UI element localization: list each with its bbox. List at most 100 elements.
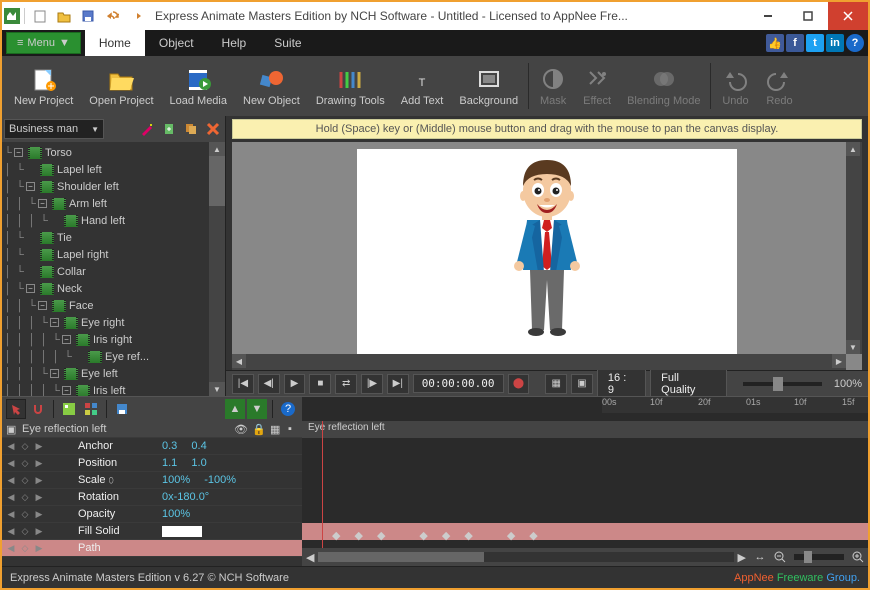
tree-item[interactable]: │││└Hand left — [2, 212, 225, 229]
record-button[interactable]: ⬤ — [508, 374, 530, 394]
play-button[interactable]: ▶ — [284, 374, 306, 394]
prop-row-opacity[interactable]: ◀◇▶Opacity100% — [2, 506, 302, 523]
linkedin-icon[interactable]: in — [826, 34, 844, 52]
ribbon-new-object[interactable]: New Object — [235, 58, 308, 114]
help-icon[interactable]: ? — [846, 34, 864, 52]
prop-row-anchor[interactable]: ◀◇▶Anchor0.3 0.4 — [2, 438, 302, 455]
add-page-icon[interactable] — [159, 119, 179, 139]
object-dropdown[interactable]: Business man▼ — [4, 119, 104, 139]
tl-scroll-left[interactable]: ◀ — [302, 551, 318, 564]
tl-tool-3[interactable] — [59, 399, 79, 419]
save-icon[interactable] — [112, 399, 132, 419]
tree-toggle[interactable]: − — [26, 182, 35, 191]
menu-help[interactable]: Help — [208, 30, 261, 56]
tree-item[interactable]: ││└−Face — [2, 297, 225, 314]
canvas-scrollbar-v[interactable]: ▲▼ — [846, 142, 862, 354]
object-tree[interactable]: └−Torso│└Lapel left│└−Shoulder left││└−A… — [2, 142, 225, 396]
prop-row-rotation[interactable]: ◀◇▶Rotation0x-180.0° — [2, 489, 302, 506]
tree-toggle[interactable]: − — [50, 369, 59, 378]
tree-item[interactable]: │└Tie — [2, 229, 225, 246]
canvas[interactable] — [357, 149, 737, 364]
qat-redo-icon[interactable] — [125, 6, 147, 26]
prop-row-position[interactable]: ◀◇▶Position1.1 1.0 — [2, 455, 302, 472]
tree-item[interactable]: │└Lapel right — [2, 246, 225, 263]
tree-item[interactable]: │└Lapel left — [2, 161, 225, 178]
move-up-button[interactable]: ▲ — [225, 399, 245, 419]
ribbon-load-media[interactable]: Load Media — [162, 58, 236, 114]
twitter-icon[interactable]: t — [806, 34, 824, 52]
qat-open-icon[interactable] — [53, 6, 75, 26]
tree-toggle[interactable]: − — [50, 318, 59, 327]
tree-item[interactable]: │└−Shoulder left — [2, 178, 225, 195]
wand-icon[interactable] — [137, 119, 157, 139]
tl-tool-4[interactable] — [81, 399, 101, 419]
tree-toggle[interactable]: − — [62, 335, 71, 344]
timeline-tracks[interactable]: Eye reflection left ◆◆◆◆◆◆◆◆ ◀ ▶ ↔ — [302, 421, 868, 566]
prev-frame-button[interactable]: ◀| — [258, 374, 280, 394]
goto-start-button[interactable]: |◀ — [232, 374, 254, 394]
goto-end-button[interactable]: ▶| — [387, 374, 409, 394]
tree-toggle[interactable]: − — [62, 386, 71, 395]
prop-row-scale[interactable]: ◀◇▶Scale ⬯100% -100% — [2, 472, 302, 489]
canvas-object-businessman[interactable] — [492, 156, 602, 356]
aspect-ratio-button[interactable]: 16 : 9 — [597, 369, 646, 399]
eye-icon[interactable]: 👁 — [234, 423, 248, 436]
lock-icon[interactable]: 🔒 — [252, 423, 266, 436]
prop-row-path[interactable]: ◀◇▶Path — [2, 540, 302, 557]
copy-page-icon[interactable] — [181, 119, 201, 139]
menu-object[interactable]: Object — [145, 30, 208, 56]
tree-item[interactable]: │││││└Eye ref... — [2, 348, 225, 365]
loop-button[interactable]: ⇄ — [335, 374, 357, 394]
facebook-icon[interactable]: f — [786, 34, 804, 52]
tree-toggle[interactable]: − — [26, 284, 35, 293]
time-display[interactable]: 00:00:00.00 — [413, 374, 504, 393]
close-button[interactable] — [828, 2, 868, 30]
menu-button[interactable]: ≡Menu▼ — [6, 32, 81, 54]
timeline-ruler[interactable]: 00s10f20f01s10f15f02s20f10f05f15f04s — [602, 397, 868, 413]
safe-zone-icon[interactable]: ▣ — [571, 374, 593, 394]
move-down-button[interactable]: ▼ — [247, 399, 267, 419]
snap-icon[interactable] — [28, 399, 48, 419]
tree-toggle[interactable]: − — [14, 148, 23, 157]
tree-toggle[interactable]: − — [38, 199, 47, 208]
canvas-scrollbar-h[interactable]: ◀▶ — [232, 354, 846, 370]
prop-row-fill-solid[interactable]: ◀◇▶Fill Solid — [2, 523, 302, 540]
ribbon-drawing-tools[interactable]: Drawing Tools — [308, 58, 393, 114]
tree-item[interactable]: ││││└−Iris right — [2, 331, 225, 348]
tl-scroll-right[interactable]: ▶ — [734, 551, 750, 564]
stop-button[interactable]: ■ — [309, 374, 331, 394]
tree-item[interactable]: │││└−Eye left — [2, 365, 225, 382]
maximize-button[interactable] — [788, 2, 828, 30]
quality-button[interactable]: Full Quality — [650, 369, 727, 399]
tree-item[interactable]: ││││└−Iris left — [2, 382, 225, 396]
canvas-viewport[interactable]: ▲▼ ◀▶ — [232, 142, 862, 370]
menu-suite[interactable]: Suite — [260, 30, 315, 56]
tree-item[interactable]: └−Torso — [2, 144, 225, 161]
tree-item[interactable]: ││└−Arm left — [2, 195, 225, 212]
qat-undo-icon[interactable] — [101, 6, 123, 26]
timeline-help-icon[interactable]: ? — [278, 399, 298, 419]
delete-icon[interactable] — [203, 119, 223, 139]
tree-item[interactable]: │└−Neck — [2, 280, 225, 297]
tl-zoom-in[interactable] — [848, 547, 868, 566]
tree-scrollbar[interactable]: ▲▼ — [209, 142, 225, 396]
tl-zoom-out[interactable] — [770, 547, 790, 566]
zoom-slider[interactable] — [743, 382, 822, 386]
next-frame-button[interactable]: |▶ — [361, 374, 383, 394]
tl-fit-button[interactable]: ↔ — [750, 547, 770, 566]
playhead[interactable] — [322, 421, 323, 566]
thumbs-up-icon[interactable]: 👍 — [766, 34, 784, 52]
qat-new-icon[interactable] — [29, 6, 51, 26]
tree-item[interactable]: │└Collar — [2, 263, 225, 280]
tree-toggle[interactable]: − — [38, 301, 47, 310]
tree-item[interactable]: │││└−Eye right — [2, 314, 225, 331]
ribbon-background[interactable]: Background — [451, 58, 526, 114]
grid-icon[interactable]: ▦ — [545, 374, 567, 394]
ribbon-open-project[interactable]: Open Project — [81, 58, 161, 114]
timeline-item-header[interactable]: ▣Eye reflection left👁🔒▦▪ — [2, 421, 302, 438]
ribbon-new-project[interactable]: New Project — [6, 58, 81, 114]
minimize-button[interactable] — [748, 2, 788, 30]
tl-tool-1[interactable] — [6, 399, 26, 419]
menu-home[interactable]: Home — [85, 30, 145, 56]
ribbon-add-text[interactable]: TAdd Text — [393, 58, 452, 114]
